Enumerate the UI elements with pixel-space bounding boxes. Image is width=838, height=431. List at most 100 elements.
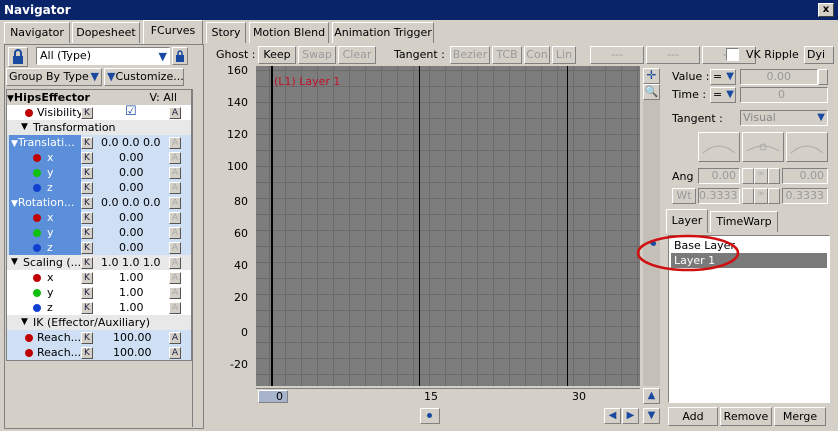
anim-button[interactable]: A <box>169 152 181 164</box>
tab-fcurves[interactable]: FCurves <box>143 20 203 44</box>
time-mode-select[interactable]: = ▼ <box>710 87 736 103</box>
fcurve-graph[interactable] <box>256 66 640 386</box>
key-button[interactable]: K <box>81 227 93 239</box>
key-button[interactable]: K <box>81 182 93 194</box>
tree-row-transformation[interactable]: ▼ Transformation <box>7 120 191 135</box>
dynamic-button[interactable]: Dyi <box>804 46 834 64</box>
tree-root-row[interactable]: ▼HipsEffector V: All <box>7 90 191 105</box>
link-icon[interactable]: ∞ <box>754 168 768 184</box>
anim-button[interactable]: A <box>169 212 181 224</box>
lock-small-button[interactable] <box>172 47 188 65</box>
key-button[interactable]: K <box>81 257 93 269</box>
tree-row-rotation-y[interactable]: y K 0.00 A <box>7 225 191 240</box>
close-button[interactable]: x <box>818 3 834 17</box>
tree-row-reach-1[interactable]: Reach... K 100.00 A <box>7 330 191 345</box>
tab-motion-blend[interactable]: Motion Blend <box>249 22 329 43</box>
tree-row-reach-2[interactable]: Reach... K 100.00 A <box>7 345 191 360</box>
tree-row-translation-z[interactable]: z K 0.00 A <box>7 180 191 195</box>
key-button[interactable]: K <box>81 212 93 224</box>
ghost-keep-button[interactable]: Keep <box>258 46 296 64</box>
ghost-swap-button[interactable]: Swap <box>298 46 336 64</box>
tree-row-visibility[interactable]: Visibility K ☑ A <box>7 104 191 120</box>
tree-row-scaling-x[interactable]: x K 1.00 A <box>7 270 191 285</box>
tree-row-rotation[interactable]: ▼Rotation... K 0.0 0.0 0.0 A <box>7 195 191 210</box>
tree-row-scaling-z[interactable]: z K 1.00 A <box>7 300 191 315</box>
anim-button[interactable]: A <box>169 332 181 344</box>
weight-left-field[interactable]: 0.3333 <box>698 188 740 204</box>
key-button[interactable]: K <box>81 167 93 179</box>
tab-animation-trigger[interactable]: Animation Trigger <box>332 22 434 43</box>
angle-left-spinner[interactable] <box>742 168 754 184</box>
anim-button[interactable]: A <box>169 107 181 119</box>
link-icon[interactable]: ∞ <box>754 188 768 204</box>
tangent-bezier-button[interactable]: Bezier <box>450 46 490 64</box>
key-button[interactable]: K <box>81 272 93 284</box>
tab-story[interactable]: Story <box>206 22 246 43</box>
time-cursor[interactable] <box>271 66 273 386</box>
splitter-handle[interactable] <box>192 89 202 427</box>
add-layer-button[interactable]: Add <box>668 407 718 426</box>
anim-button[interactable]: A <box>169 167 181 179</box>
anim-button[interactable]: A <box>169 227 181 239</box>
merge-layer-button[interactable]: Merge <box>774 407 826 426</box>
tangent-extra-button-1[interactable]: --- <box>590 46 644 64</box>
key-button[interactable]: K <box>81 302 93 314</box>
anim-button[interactable]: A <box>169 302 181 314</box>
value-mode-select[interactable]: = ▼ <box>710 69 736 85</box>
anim-button[interactable]: A <box>169 197 181 209</box>
tab-timewarp[interactable]: TimeWarp <box>710 211 778 232</box>
tree-row-scaling[interactable]: ▼ Scaling (... K 1.0 1.0 1.0 A <box>7 255 191 270</box>
key-button[interactable]: K <box>81 242 93 254</box>
key-button[interactable]: K <box>81 107 93 119</box>
scroll-right-button[interactable]: ▶ <box>622 408 639 424</box>
value-field[interactable]: 0.00 <box>740 69 818 85</box>
tree-row-rotation-x[interactable]: x K 0.00 A <box>7 210 191 225</box>
key-button[interactable]: K <box>81 137 93 149</box>
tangent-lin-button[interactable]: Lin <box>552 46 576 64</box>
weight-right-field[interactable]: 0.3333 <box>782 188 828 204</box>
horizontal-scroll-thumb[interactable] <box>420 408 440 424</box>
weight-left-spinner[interactable] <box>742 188 754 204</box>
filter-select[interactable]: All (Type) ▼ <box>36 47 170 65</box>
tangent-mode-select[interactable]: Visual ▼ <box>740 110 828 126</box>
tab-navigator[interactable]: Navigator <box>4 22 70 43</box>
time-field[interactable]: 0 <box>740 87 828 103</box>
anim-button[interactable]: A <box>169 137 181 149</box>
anim-button[interactable]: A <box>169 242 181 254</box>
scroll-up-button[interactable]: ▲ <box>643 388 660 404</box>
group-by-select[interactable]: Group By Type ▼ <box>6 68 102 86</box>
value-spinner[interactable] <box>818 69 828 85</box>
tangent-extra-button-2[interactable]: --- <box>646 46 700 64</box>
anim-button[interactable]: A <box>169 257 181 269</box>
key-button[interactable]: K <box>81 287 93 299</box>
tab-layer[interactable]: Layer <box>666 209 708 233</box>
pan-tool-button[interactable]: ✛ <box>643 68 660 84</box>
tree-row-translation-x[interactable]: x K 0.00 A <box>7 150 191 165</box>
remove-layer-button[interactable]: Remove <box>720 407 772 426</box>
key-button[interactable]: K <box>81 332 93 344</box>
anim-button[interactable]: A <box>169 287 181 299</box>
anim-button[interactable]: A <box>169 347 181 359</box>
angle-right-field[interactable]: 0.00 <box>782 168 828 184</box>
tree-row-rotation-z[interactable]: z K 0.00 A <box>7 240 191 255</box>
vk-ripple-checkbox[interactable] <box>726 48 739 61</box>
tree-row-translation-y[interactable]: y K 0.00 A <box>7 165 191 180</box>
tangent-shape-button-1[interactable] <box>698 132 740 162</box>
weight-button[interactable]: Wt <box>672 188 696 204</box>
angle-left-field[interactable]: 0.00 <box>698 168 740 184</box>
tree-row-ik[interactable]: ▼ IK (Effector/Auxiliary) <box>7 315 191 330</box>
key-button[interactable]: K <box>81 197 93 209</box>
tangent-shape-button-2[interactable] <box>742 132 784 162</box>
tangent-con-button[interactable]: Con <box>524 46 550 64</box>
angle-right-spinner[interactable] <box>768 168 780 184</box>
tangent-tcb-button[interactable]: TCB <box>492 46 522 64</box>
scroll-left-button[interactable]: ◀ <box>604 408 621 424</box>
lock-button[interactable] <box>8 47 28 67</box>
anim-button[interactable]: A <box>169 272 181 284</box>
key-button[interactable]: K <box>81 347 93 359</box>
anim-button[interactable]: A <box>169 182 181 194</box>
scroll-down-button[interactable]: ▼ <box>643 408 660 424</box>
checkmark-icon[interactable]: ☑ <box>125 104 137 119</box>
tree-row-scaling-y[interactable]: y K 1.00 A <box>7 285 191 300</box>
zoom-tool-button[interactable]: 🔍 <box>643 84 660 100</box>
